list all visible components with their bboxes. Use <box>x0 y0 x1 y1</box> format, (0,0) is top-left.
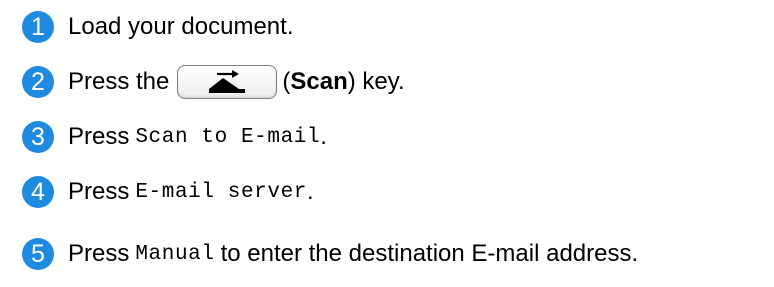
step-2-suffix: ) key. <box>347 68 405 95</box>
scan-key-button[interactable] <box>177 65 278 99</box>
step-2-text: Press the ( Scan ) key. <box>68 65 405 99</box>
step-2: 2 Press the ( Scan ) key. <box>22 65 405 99</box>
scan-to-email-option: Scan to E-mail <box>135 125 321 149</box>
step-3-suffix: . <box>320 123 327 150</box>
scan-key-name: Scan <box>290 68 348 95</box>
step-3-prefix: Press <box>68 123 130 150</box>
step-number-2: 2 <box>22 66 54 98</box>
step-number-5: 5 <box>22 238 54 270</box>
step-5-prefix: Press <box>68 240 130 267</box>
step-number-1: 1 <box>22 11 54 43</box>
step-2-prefix: Press the <box>68 68 170 95</box>
step-1-text: Load your document. <box>68 13 294 40</box>
manual-option: Manual <box>135 242 215 266</box>
step-5-text: Press Manual to enter the destination E-… <box>68 242 638 266</box>
step-number-4: 4 <box>22 176 54 208</box>
step-5: 5 Press Manual to enter the destination … <box>22 237 638 271</box>
step-number-3: 3 <box>22 121 54 153</box>
scan-icon <box>209 70 246 93</box>
step-4-text: Press E-mail server . <box>68 180 314 204</box>
step-3-text: Press Scan to E-mail . <box>68 125 327 149</box>
step-2-paren-open: ( <box>282 68 291 95</box>
step-3: 3 Press Scan to E-mail . <box>22 120 327 154</box>
step-5-suffix: to enter the destination E-mail address. <box>220 240 639 267</box>
step-4: 4 Press E-mail server . <box>22 175 314 209</box>
step-4-prefix: Press <box>68 178 130 205</box>
step-4-suffix: . <box>307 178 314 205</box>
step-1: 1 Load your document. <box>22 10 293 44</box>
email-server-option: E-mail server <box>135 180 307 204</box>
